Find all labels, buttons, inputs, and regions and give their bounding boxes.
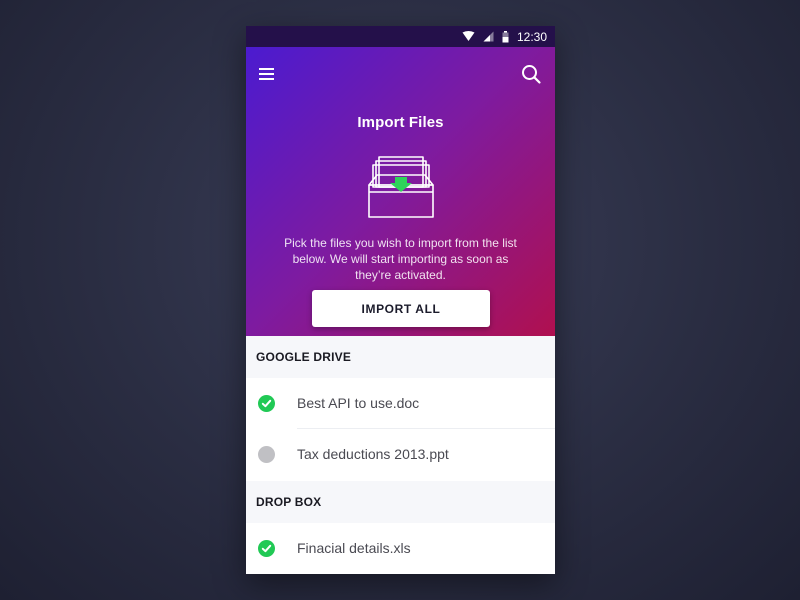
file-name: Best API to use.doc (297, 395, 420, 411)
import-description: Pick the files you wish to import from t… (284, 236, 517, 282)
page-title: Import Files (357, 114, 444, 131)
wifi-icon (462, 31, 475, 42)
section-header-google-drive: GOOGLE DRIVE (246, 336, 555, 378)
check-icon (258, 395, 275, 412)
inbox-download-icon (367, 155, 435, 221)
section-title: GOOGLE DRIVE (256, 350, 352, 364)
battery-icon (502, 30, 509, 43)
import-all-button[interactable]: IMPORT ALL (312, 290, 490, 327)
section-title: DROP BOX (256, 495, 322, 509)
status-bar: 12:30 (246, 26, 555, 47)
search-icon[interactable] (520, 63, 542, 85)
file-row-tax-deductions[interactable]: Tax deductions 2013.ppt (246, 429, 555, 480)
status-time: 12:30 (516, 29, 547, 44)
phone-screen: 12:30 Import Files Pick the files you wi… (246, 26, 555, 574)
section-header-drop-box: DROP BOX (246, 481, 555, 523)
file-row-best-api[interactable]: Best API to use.doc (246, 378, 555, 429)
signal-icon (483, 31, 494, 42)
file-name: Tax deductions 2013.ppt (297, 446, 449, 462)
import-header: Import Files Pick the files you wish to … (246, 47, 555, 336)
file-name: Finacial details.xls (297, 540, 411, 556)
file-row-financial-details[interactable]: Finacial details.xls (246, 523, 555, 574)
check-icon (258, 540, 275, 557)
hamburger-menu-icon[interactable] (257, 64, 277, 84)
pending-dot-icon (258, 446, 275, 463)
